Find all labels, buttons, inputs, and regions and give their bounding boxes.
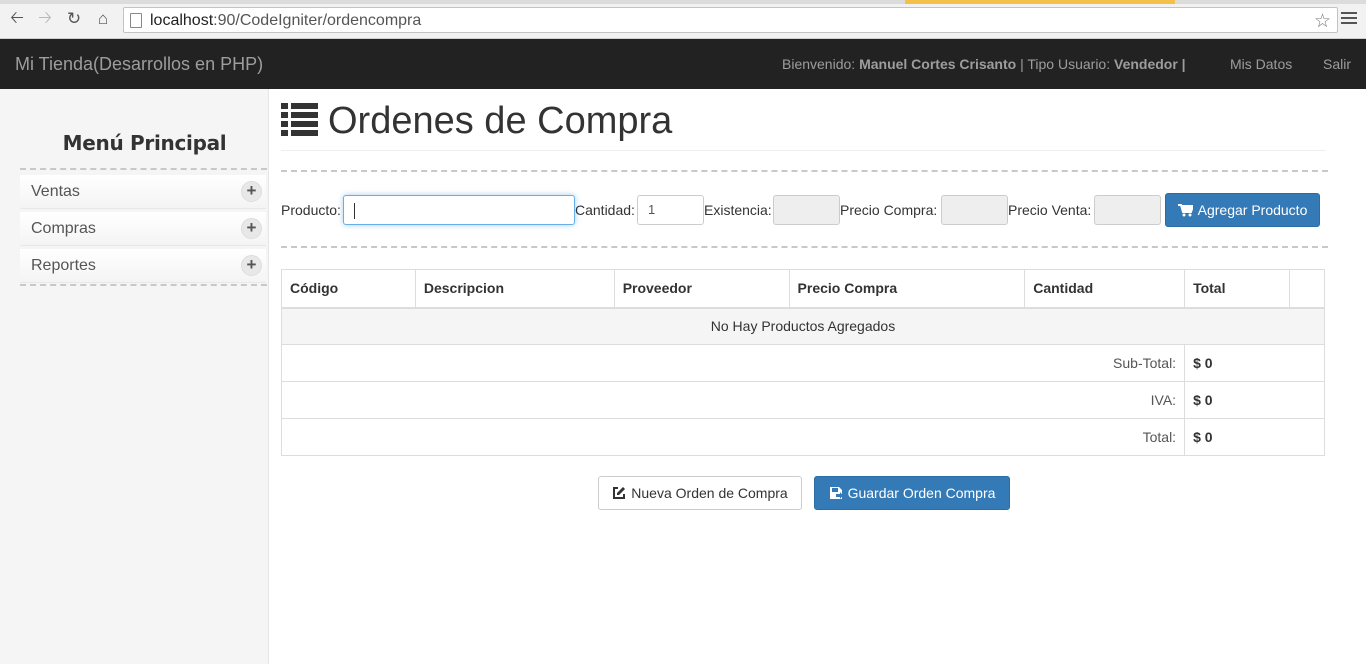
plus-icon[interactable]: + <box>241 218 262 239</box>
producto-input[interactable] <box>343 195 575 225</box>
sidebar-item-label: Compras <box>31 220 96 237</box>
sidebar-item-reportes[interactable]: Reportes + <box>20 249 266 283</box>
brand-link[interactable]: Mi Tienda(Desarrollos en PHP) <box>15 54 263 75</box>
page-icon <box>130 13 142 28</box>
sidebar-item-compras[interactable]: Compras + <box>20 212 266 246</box>
plus-icon[interactable]: + <box>241 255 262 276</box>
products-table: Código Descripcion Proveedor Precio Comp… <box>280 269 1326 456</box>
plus-icon[interactable]: + <box>241 181 262 202</box>
text-caret <box>354 203 355 219</box>
reload-icon[interactable]: ↻ <box>63 8 85 30</box>
home-icon[interactable]: ⌂ <box>92 8 114 30</box>
cantidad-input[interactable]: 1 <box>637 195 704 225</box>
precio-compra-input <box>941 195 1008 225</box>
address-url[interactable]: localhost:90/CodeIgniter/ordencompra <box>150 12 421 30</box>
welcome-prefix: Bienvenido: <box>782 56 856 72</box>
add-product-button[interactable]: Agregar Producto <box>1165 193 1320 227</box>
back-arrow-icon[interactable]: 🡠 <box>6 8 28 30</box>
subtotal-value: $ 0 <box>1184 344 1325 382</box>
precio-venta-label: Precio Venta: <box>1008 202 1092 218</box>
subtotal-label: Sub-Total: <box>280 344 1186 382</box>
user-type-prefix: | Tipo Usuario: <box>1020 56 1111 72</box>
active-tab[interactable] <box>905 0 1175 4</box>
url-host: localhost <box>150 12 214 29</box>
new-order-button[interactable]: Nueva Orden de Compra <box>598 476 802 510</box>
sidebar-title: Menú Principal <box>62 131 227 155</box>
sidebar-item-label: Reportes <box>31 257 96 274</box>
precio-compra-label: Precio Compra: <box>840 202 938 218</box>
user-name: Manuel Cortes Crisanto <box>859 56 1017 72</box>
column-header-cantidad: Cantidad <box>1024 269 1186 309</box>
url-path: :90/CodeIgniter/ordencompra <box>213 12 422 29</box>
column-header-codigo: Código <box>281 269 416 309</box>
browser-toolbar: 🡠 🡢 ↻ ⌂ localhost:90/CodeIgniter/ordenco… <box>0 0 1366 39</box>
column-header-total: Total <box>1184 269 1290 309</box>
column-header-descripcion: Descripcion <box>414 269 615 309</box>
table-row-total: Total: $ 0 <box>280 418 1325 456</box>
total-value: $ 0 <box>1184 418 1325 456</box>
save-order-label: Guardar Orden Compra <box>847 485 996 501</box>
edit-icon <box>613 487 626 499</box>
table-row-empty: No Hay Productos Agregados <box>281 307 1325 345</box>
column-header-proveedor: Proveedor <box>613 269 790 309</box>
product-form: Producto: Cantidad: 1 Existencia: Precio… <box>281 193 1331 227</box>
save-icon <box>829 487 843 499</box>
cantidad-label: Cantidad: <box>575 202 635 218</box>
sidebar-item-label: Ventas <box>31 183 80 200</box>
iva-label: IVA: <box>280 381 1186 419</box>
precio-venta-input <box>1094 195 1161 225</box>
list-icon <box>281 103 318 136</box>
existencia-input <box>773 195 840 225</box>
table-header-row: Código Descripcion Proveedor Precio Comp… <box>281 269 1326 309</box>
page-title: Ordenes de Compra <box>328 100 673 142</box>
sidebar: Menú Principal Ventas + Compras + Report… <box>0 89 269 664</box>
browser-menu-icon[interactable] <box>1341 10 1359 28</box>
page-header: Ordenes de Compra <box>281 100 1326 151</box>
user-type: Vendedor | <box>1114 56 1186 72</box>
new-order-label: Nueva Orden de Compra <box>631 485 788 501</box>
existencia-label: Existencia: <box>704 202 772 218</box>
bookmark-star-icon[interactable]: ☆ <box>1314 10 1331 33</box>
tab-strip <box>0 0 1366 4</box>
shopping-cart-icon <box>1177 203 1193 216</box>
producto-label: Producto: <box>281 202 341 218</box>
nav-link-salir[interactable]: Salir <box>1323 56 1351 72</box>
total-label: Total: <box>280 418 1186 456</box>
sidebar-item-ventas[interactable]: Ventas + <box>20 175 266 209</box>
forward-arrow-icon[interactable]: 🡢 <box>34 8 56 30</box>
form-divider-bottom <box>281 246 1328 248</box>
save-order-button[interactable]: Guardar Orden Compra <box>814 476 1010 510</box>
add-product-label: Agregar Producto <box>1197 202 1308 218</box>
form-divider-top <box>281 170 1328 172</box>
nav-link-mis-datos[interactable]: Mis Datos <box>1230 56 1292 72</box>
welcome-text: Bienvenido: Manuel Cortes Crisanto | Tip… <box>782 56 1186 72</box>
column-header-actions <box>1288 269 1326 309</box>
table-row-iva: IVA: $ 0 <box>280 381 1325 419</box>
sidebar-divider-top <box>20 168 267 170</box>
table-row-subtotal: Sub-Total: $ 0 <box>280 344 1325 382</box>
address-bar[interactable]: localhost:90/CodeIgniter/ordencompra ☆ <box>123 7 1338 33</box>
empty-message: No Hay Productos Agregados <box>281 307 1325 345</box>
iva-value: $ 0 <box>1184 381 1325 419</box>
app-navbar: Mi Tienda(Desarrollos en PHP) Bienvenido… <box>0 39 1366 89</box>
sidebar-divider-bottom <box>20 284 267 286</box>
column-header-precio-compra: Precio Compra <box>788 269 1026 309</box>
